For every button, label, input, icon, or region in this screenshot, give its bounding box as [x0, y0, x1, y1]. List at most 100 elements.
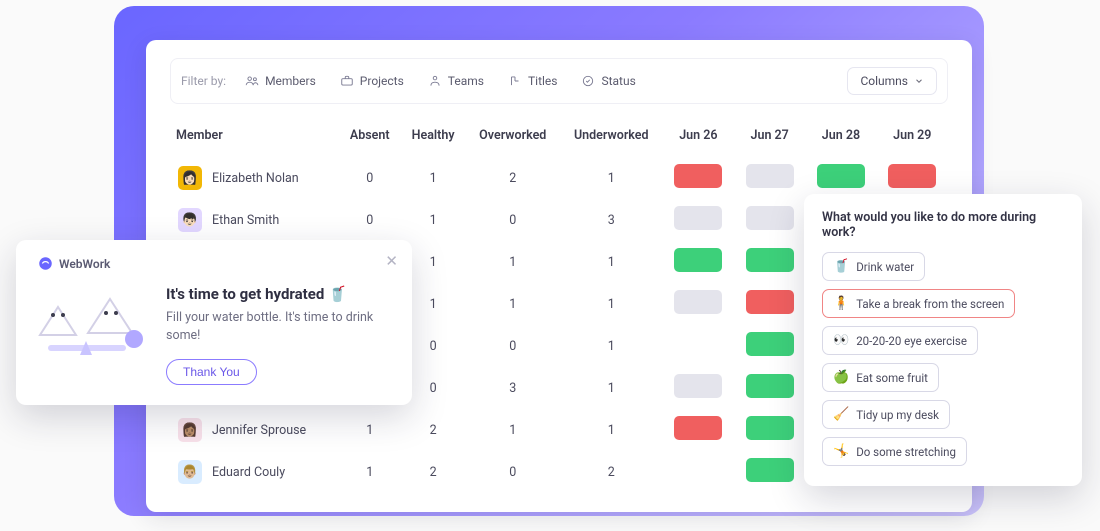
cell-overworked: 1	[466, 409, 560, 451]
day-cell	[663, 325, 734, 367]
filter-members[interactable]: Members	[236, 69, 325, 93]
option-emoji-icon: 🍏	[833, 370, 849, 385]
filter-by-label: Filter by:	[181, 74, 226, 88]
filter-projects[interactable]: Projects	[331, 69, 413, 93]
filter-status[interactable]: Status	[572, 69, 644, 93]
avatar: 👨🏼	[178, 460, 202, 484]
option-emoji-icon: 👀	[833, 333, 849, 348]
col-absent: Absent	[339, 118, 400, 157]
option-label: Drink water	[856, 260, 914, 274]
cell-underworked: 1	[560, 409, 663, 451]
day-cell	[877, 157, 948, 199]
chevron-down-icon	[914, 76, 924, 86]
status-pill-red	[746, 290, 794, 314]
status-pill-green	[746, 458, 794, 482]
cell-underworked: 2	[560, 451, 663, 493]
status-icon	[581, 74, 595, 88]
wellbeing-option[interactable]: 🧹Tidy up my desk	[822, 400, 950, 429]
team-icon	[428, 74, 442, 88]
cell-underworked: 1	[560, 325, 663, 367]
close-icon[interactable]: ✕	[385, 252, 398, 270]
day-cell	[663, 283, 734, 325]
col-member: Member	[170, 118, 339, 157]
status-pill-green	[746, 248, 794, 272]
filter-titles[interactable]: Titles	[499, 69, 566, 93]
wellbeing-option[interactable]: 🍏 Eat some fruit	[822, 363, 939, 392]
cell-healthy: 1	[400, 199, 465, 241]
member-name: Jennifer Sprouse	[212, 423, 306, 438]
cell-healthy: 2	[400, 409, 465, 451]
status-pill-grey	[674, 290, 722, 314]
option-label: Eat some fruit	[856, 371, 928, 385]
status-pill-red	[674, 164, 722, 188]
cell-healthy: 1	[400, 157, 465, 199]
member-name: Ethan Smith	[212, 213, 279, 228]
brand-label: WebWork	[59, 257, 110, 271]
status-pill-grey	[674, 206, 722, 230]
wellbeing-option[interactable]: 🥤 Drink water	[822, 252, 925, 281]
col-underworked: Underworked	[560, 118, 663, 157]
status-pill-green	[746, 332, 794, 356]
brand: WebWork	[38, 256, 390, 271]
hydration-illustration	[38, 285, 148, 369]
thank-you-button[interactable]: Thank You	[166, 359, 257, 385]
cell-underworked: 1	[560, 367, 663, 409]
wellbeing-question: What would you like to do more during wo…	[822, 210, 1064, 240]
day-cell	[663, 241, 734, 283]
day-cell	[663, 409, 734, 451]
status-pill-grey	[746, 206, 794, 230]
columns-button-label: Columns	[860, 74, 908, 88]
avatar: 👩🏻	[178, 166, 202, 190]
option-label: Tidy up my desk	[856, 408, 939, 422]
cell-overworked: 2	[466, 157, 560, 199]
status-pill-grey	[674, 374, 722, 398]
cell-absent: 1	[339, 409, 400, 451]
cell-absent: 0	[339, 157, 400, 199]
member-name: Elizabeth Nolan	[212, 171, 299, 186]
day-cell	[734, 283, 805, 325]
day-cell	[734, 199, 805, 241]
day-cell	[805, 157, 876, 199]
option-emoji-icon: 🤸	[833, 444, 849, 459]
day-cell	[734, 409, 805, 451]
option-emoji-icon: 🧍	[833, 296, 849, 311]
status-pill-green	[674, 248, 722, 272]
avatar: 👩🏽	[178, 418, 202, 442]
briefcase-icon	[340, 74, 354, 88]
status-pill-green	[817, 164, 865, 188]
columns-button[interactable]: Columns	[847, 67, 937, 95]
option-emoji-icon: 🥤	[833, 259, 849, 274]
hydration-title: It's time to get hydrated 🥤	[166, 285, 390, 303]
col-jun27: Jun 27	[734, 118, 805, 157]
hydration-body: Fill your water bottle. It's time to dri…	[166, 309, 390, 345]
day-cell	[663, 451, 734, 493]
webwork-logo-icon	[38, 256, 53, 271]
cell-healthy: 2	[400, 451, 465, 493]
filter-members-label: Members	[265, 74, 316, 88]
status-pill-grey	[746, 164, 794, 188]
day-cell	[663, 367, 734, 409]
wellbeing-popup: What would you like to do more during wo…	[804, 194, 1082, 486]
status-pill-green	[746, 416, 794, 440]
wellbeing-option[interactable]: 👀20-20-20 eye exercise	[822, 326, 978, 355]
day-cell	[663, 199, 734, 241]
day-cell	[663, 157, 734, 199]
filter-projects-label: Projects	[360, 74, 404, 88]
col-overworked: Overworked	[466, 118, 560, 157]
cell-overworked: 1	[466, 283, 560, 325]
option-label: Take a break from the screen	[856, 297, 1004, 311]
cell-absent: 1	[339, 451, 400, 493]
cell-overworked: 0	[466, 199, 560, 241]
option-label: Do some stretching	[856, 445, 956, 459]
col-jun29: Jun 29	[877, 118, 948, 157]
table-row: 👩🏻Elizabeth Nolan0121	[170, 157, 948, 199]
wellbeing-option[interactable]: 🤸 Do some stretching	[822, 437, 967, 466]
avatar: 👦🏻	[178, 208, 202, 232]
cell-underworked: 1	[560, 157, 663, 199]
filter-teams[interactable]: Teams	[419, 69, 493, 93]
filter-status-label: Status	[601, 74, 635, 88]
cell-overworked: 1	[466, 241, 560, 283]
wellbeing-option[interactable]: 🧍 Take a break from the screen	[822, 289, 1015, 318]
col-healthy: Healthy	[400, 118, 465, 157]
day-cell	[734, 157, 805, 199]
